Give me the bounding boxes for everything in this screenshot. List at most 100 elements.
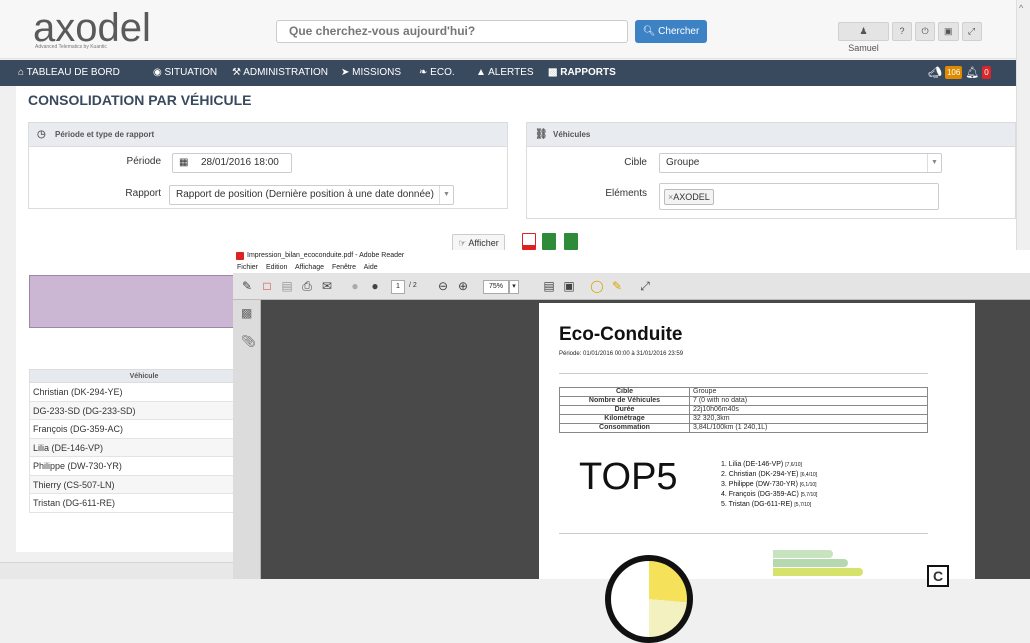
menu-affichage[interactable]: Affichage (295, 264, 324, 271)
list-item: 1. Lilia (DE-146-VP) [7,6/10] (721, 460, 817, 470)
table-key: Durée (559, 405, 690, 415)
afficher-label: Afficher (468, 238, 499, 248)
alerts-badge: 0 (982, 66, 991, 79)
table-row[interactable]: Tristan (DG-611-RE) (29, 494, 259, 513)
power-button[interactable]: ⏻ (915, 22, 935, 41)
element-tag[interactable]: ×AXODEL (664, 189, 714, 205)
fullscreen-button[interactable]: ⤢ (961, 22, 982, 41)
table-row: Consommation 3,84L/100km (1 240,1L) (559, 423, 928, 433)
pdf-page: Eco-Conduite Période: 01/01/2016 00:00 à… (539, 303, 975, 643)
table-row: Cible Groupe (559, 387, 928, 397)
energy-class-letter: C (927, 565, 949, 587)
calendar-icon[interactable]: ▦ (179, 154, 188, 172)
pages-icon[interactable]: ▩ (241, 306, 252, 320)
vehicle-column-header[interactable]: Véhicule (29, 369, 259, 383)
rapport-select[interactable]: Rapport de position (Dernière position à… (169, 185, 454, 205)
period-panel-title: Période et type de rapport (55, 130, 155, 139)
nav-label: ADMINISTRATION (243, 67, 329, 78)
rapport-value: Rapport de position (Dernière position à… (176, 189, 434, 200)
email-icon[interactable]: ✉ (319, 278, 335, 294)
table-row[interactable]: Lilia (DE-146-VP) (29, 438, 259, 457)
user-name: Samuel (848, 43, 879, 53)
xls-export-icon[interactable] (542, 233, 556, 250)
prev-page-icon[interactable]: ● (347, 278, 363, 294)
periode-field[interactable]: ▦ 28/01/2016 18:00 (172, 153, 292, 173)
pdf-title: Eco-Conduite (559, 324, 683, 345)
nav-label: ECO. (430, 67, 455, 78)
fit-page-icon[interactable]: ▤ (541, 278, 557, 294)
table-row[interactable]: Philippe (DW-730-YR) (29, 457, 259, 476)
elements-field[interactable]: ×AXODEL (659, 183, 939, 210)
zoom-input[interactable]: 75% (483, 280, 509, 294)
monitor-button[interactable]: ▣ (938, 22, 959, 41)
next-page-icon[interactable]: ● (367, 278, 383, 294)
cible-select[interactable]: Groupe ▼ (659, 153, 942, 173)
vehicles-panel-header: ⛓ Véhicules (527, 123, 1015, 147)
table-row: Durée 22j10h06m40s (559, 405, 928, 415)
table-row[interactable]: Christian (DK-294-YE) (29, 383, 259, 402)
save-icon[interactable]: ▤ (279, 278, 295, 294)
nav-situation[interactable]: ◉ SITUATION (153, 60, 217, 86)
list-item: 3. Philippe (DW-730-YR) [6,1/10] (721, 480, 817, 490)
comment-icon[interactable]: ◯ (589, 278, 605, 294)
zoom-out-icon[interactable]: ⊖ (435, 278, 451, 294)
messages-badge: 106 (944, 66, 963, 79)
page-title: CONSOLIDATION PAR VÉHICULE (28, 92, 252, 108)
report-placeholder-area (29, 275, 259, 328)
nav-eco[interactable]: ❧ ECO. (419, 60, 455, 86)
user-button[interactable]: ♟ Samuel (838, 22, 889, 53)
cible-value: Groupe (666, 157, 700, 168)
expand-icon[interactable]: ⤢ (637, 278, 653, 294)
page-total: / 2 (409, 282, 417, 289)
open-icon[interactable]: ✎ (239, 278, 255, 294)
highlight-icon[interactable]: ✎ (609, 278, 625, 294)
menu-aide[interactable]: Aide (364, 264, 378, 271)
table-row[interactable]: Thierry (CS-507-LN) (29, 475, 259, 494)
search-button[interactable]: 🔍︎ Chercher (635, 20, 707, 43)
pointer-icon: ☞ (458, 238, 467, 248)
nav-missions[interactable]: ➤ MISSIONS (341, 60, 401, 86)
vehicles-panel-title: Véhicules (553, 130, 591, 139)
menu-fichier[interactable]: Fichier (237, 264, 258, 271)
nav-administration[interactable]: ⚒︎ ADMINISTRATION (232, 60, 328, 86)
fit-width-icon[interactable]: ▣ (561, 278, 577, 294)
leaf-icon: ❧ (419, 67, 428, 78)
table-row[interactable]: DG-233-SD (DG-233-SD) (29, 401, 259, 420)
menu-fenetre[interactable]: Fenêtre (332, 264, 356, 271)
menu-edition[interactable]: Edition (266, 264, 287, 271)
print-icon[interactable]: ⎙ (299, 278, 315, 294)
top5-heading: TOP5 (579, 456, 678, 498)
clock-icon: ◷ (37, 129, 46, 140)
nav-tableau-de-bord[interactable]: ⌂ TABLEAU DE BORD (18, 60, 120, 86)
zoom-in-icon[interactable]: ⊕ (455, 278, 471, 294)
table-row[interactable]: François (DG-359-AC) (29, 420, 259, 439)
top5-name: 1. Lilia (DE-146-VP) (721, 461, 784, 468)
warning-icon: ▲ (476, 67, 486, 78)
page-scrollbar[interactable]: ^ (1016, 0, 1030, 250)
bell-icon[interactable]: 🔔︎ (965, 66, 979, 79)
top5-score: [6,4/10] (800, 472, 818, 478)
vehicles-panel: ⛓ Véhicules Cible Groupe ▼ Eléments ×AXO… (526, 122, 1016, 219)
pdf-export-icon[interactable] (522, 233, 536, 250)
nav-rapports[interactable]: ▩ RAPPORTS (548, 60, 616, 86)
scroll-up-icon[interactable]: ^ (1019, 3, 1023, 13)
xlsx-export-icon[interactable] (564, 233, 578, 250)
table-key: Nombre de Véhicules (559, 396, 690, 406)
create-pdf-icon[interactable]: □ (259, 278, 275, 294)
bottom-bar (0, 562, 235, 579)
send-icon: ➤ (341, 67, 350, 78)
help-button[interactable]: ? (892, 22, 912, 41)
zoom-dropdown-icon[interactable]: ▾ (509, 280, 519, 294)
top5-score: [6,1/10] (799, 482, 817, 488)
page-number-input[interactable]: 1 (391, 280, 405, 294)
attachment-icon[interactable]: 📎︎ (241, 334, 256, 348)
nav-alertes[interactable]: ▲ ALERTES (476, 60, 534, 86)
car-icon: ⛓ (535, 129, 548, 140)
megaphone-icon[interactable]: 📣︎ (928, 66, 942, 79)
globe-icon: ◉ (153, 67, 162, 78)
user-icon: ♟ (859, 26, 868, 36)
logo-subtitle: Advanced Telematics by Kuantic (35, 44, 107, 50)
search-input[interactable]: Que cherchez-vous aujourd'hui? (276, 20, 628, 43)
top-header: axodel Advanced Telematics by Kuantic Qu… (0, 0, 1016, 59)
logo[interactable]: axodel Advanced Telematics by Kuantic (33, 6, 183, 54)
